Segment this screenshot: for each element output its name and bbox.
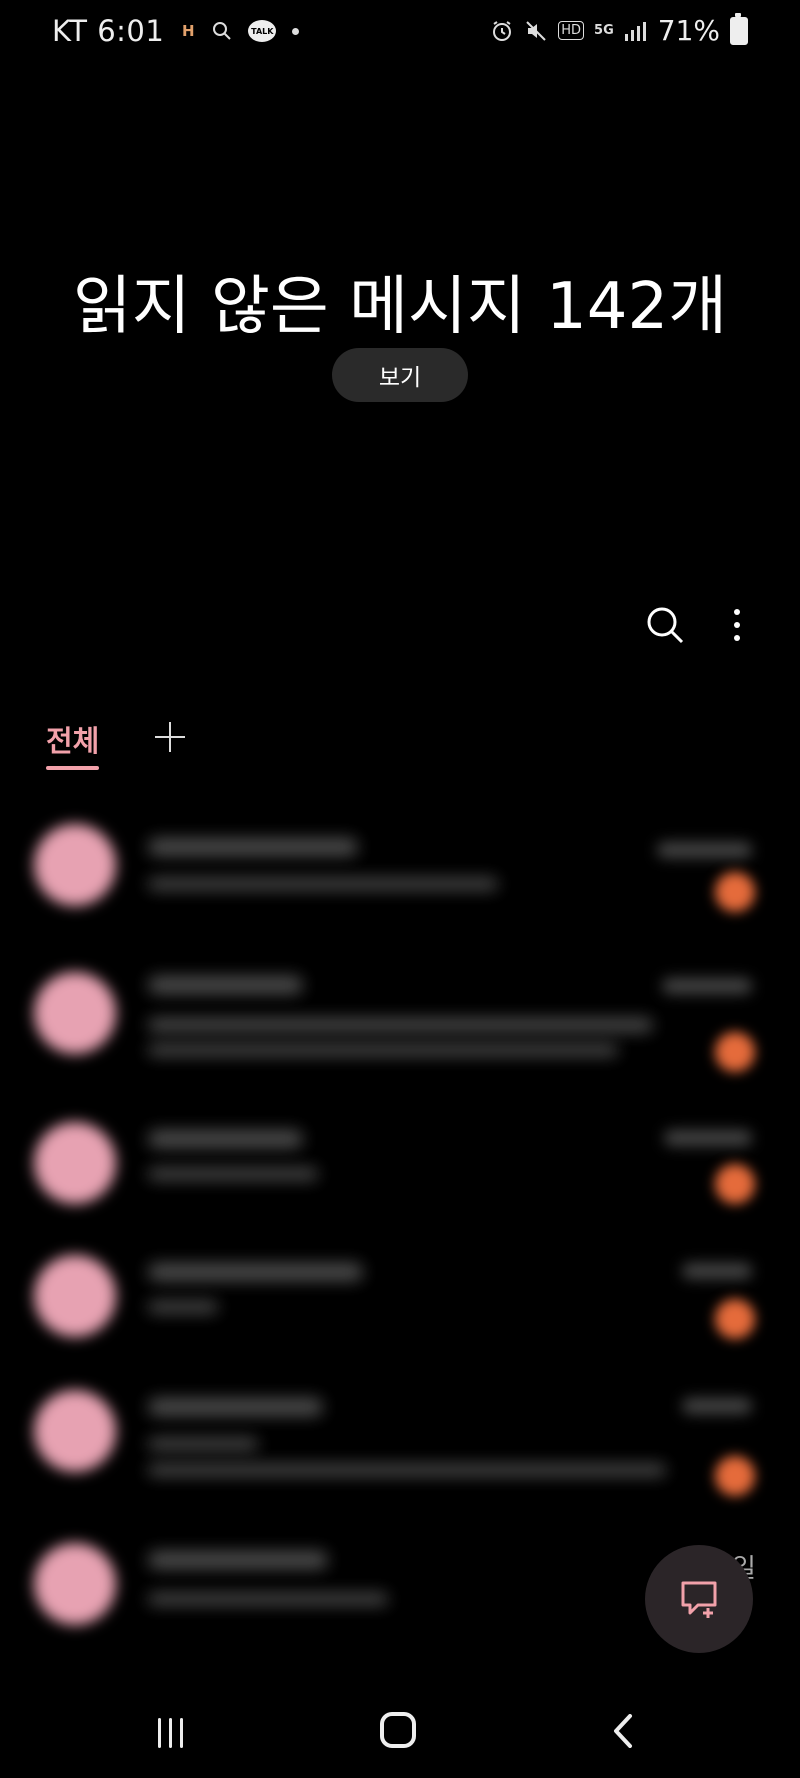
search-icon[interactable] [645, 605, 685, 645]
sender-name [148, 1130, 303, 1148]
battery-icon [730, 12, 748, 45]
tab-all[interactable]: 전체 [46, 718, 100, 770]
conversation-row[interactable] [0, 1112, 800, 1232]
message-time [682, 1398, 752, 1414]
sender-name [148, 838, 358, 856]
unread-badge [715, 872, 755, 912]
avatar [34, 1255, 116, 1337]
message-preview-2 [148, 1044, 618, 1056]
conversation-row[interactable] [0, 814, 800, 934]
unread-badge [715, 1164, 755, 1204]
conversation-row[interactable] [0, 960, 800, 1100]
status-right: HD 5G 71% [490, 12, 748, 47]
back-icon[interactable] [612, 1714, 634, 1748]
bar [180, 1718, 183, 1748]
alarm-icon [490, 19, 514, 43]
recent-apps-icon[interactable] [158, 1718, 192, 1748]
status-bar: KT 6:01 H TALK HD 5G 71% [0, 0, 800, 66]
avatar [34, 1390, 116, 1472]
message-time [682, 1263, 752, 1279]
signal-icon [624, 20, 648, 42]
message-preview [148, 1438, 258, 1450]
battery-level: 71% [657, 14, 720, 47]
new-message-icon [681, 1581, 717, 1618]
message-time [662, 978, 752, 994]
view-button[interactable]: 보기 [332, 348, 468, 402]
kakaotalk-icon: TALK [248, 20, 277, 42]
messages-screen: KT 6:01 H TALK HD 5G 71% 읽지 않은 메시지 142개 [0, 0, 800, 1778]
hd-icon: HD [558, 21, 585, 40]
avatar [34, 972, 116, 1054]
home-icon[interactable] [380, 1712, 416, 1748]
avatar [34, 824, 116, 906]
more-options-icon[interactable] [725, 605, 749, 645]
h-icon: H [182, 22, 195, 40]
bar [169, 1718, 172, 1748]
plus-icon[interactable] [155, 722, 185, 752]
dot [734, 635, 740, 641]
avatar [34, 1122, 116, 1204]
carrier-time: KT 6:01 [52, 14, 165, 48]
message-preview [148, 1593, 388, 1605]
dot-icon [292, 27, 300, 35]
conversation-row[interactable] [0, 1245, 800, 1365]
message-preview-2 [148, 1464, 666, 1476]
5g-icon: 5G [594, 23, 614, 38]
message-preview [148, 1301, 218, 1313]
sender-name [148, 976, 303, 994]
sender-name [148, 1263, 363, 1281]
sender-name [148, 1398, 323, 1416]
message-preview [148, 1018, 653, 1032]
dot [734, 622, 740, 628]
sender-name [148, 1551, 328, 1569]
dot [734, 609, 740, 615]
bar [158, 1718, 161, 1748]
avatar [34, 1543, 116, 1625]
search-status-icon [212, 21, 232, 41]
unread-messages-title: 읽지 않은 메시지 142개 [72, 270, 728, 344]
message-time [657, 842, 752, 858]
status-left: KT 6:01 H TALK [52, 14, 300, 48]
new-message-button[interactable] [645, 1545, 753, 1653]
navigation-bar [0, 1682, 800, 1778]
unread-badge [715, 1032, 755, 1072]
unread-badge [715, 1299, 755, 1339]
mute-icon [524, 19, 548, 43]
unread-badge [715, 1456, 755, 1496]
conversation-row[interactable] [0, 1380, 800, 1520]
message-time [664, 1130, 752, 1146]
message-preview [148, 1168, 318, 1180]
message-preview [148, 878, 498, 890]
